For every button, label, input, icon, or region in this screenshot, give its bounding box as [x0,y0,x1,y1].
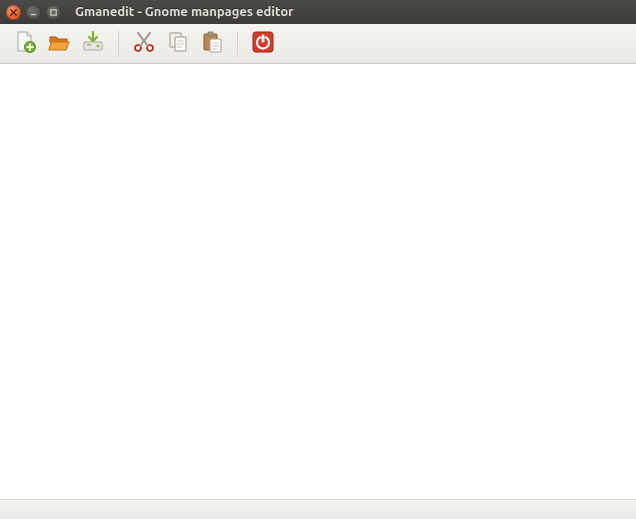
toolbar-separator [118,31,119,57]
new-file-button[interactable] [10,29,40,59]
quit-button[interactable] [248,29,278,59]
cut-button[interactable] [129,29,159,59]
window-minimize-button[interactable] [26,5,41,20]
toolbar [0,24,636,64]
page-plus-icon [13,30,37,58]
titlebar: Gmanedit - Gnome manpages editor [0,0,636,24]
open-file-button[interactable] [44,29,74,59]
save-drive-icon [81,30,105,58]
editor-textarea[interactable] [0,64,636,499]
window-close-button[interactable] [6,5,21,20]
paste-icon [200,30,224,58]
folder-open-icon [47,30,71,58]
statusbar [0,499,636,519]
window-maximize-button[interactable] [46,5,61,20]
window-controls [6,5,61,20]
power-icon [251,30,275,58]
save-file-button[interactable] [78,29,108,59]
toolbar-separator [237,31,238,57]
window-title: Gmanedit - Gnome manpages editor [75,5,294,19]
paste-button[interactable] [197,29,227,59]
scissors-icon [132,30,156,58]
copy-button[interactable] [163,29,193,59]
copy-icon [166,30,190,58]
